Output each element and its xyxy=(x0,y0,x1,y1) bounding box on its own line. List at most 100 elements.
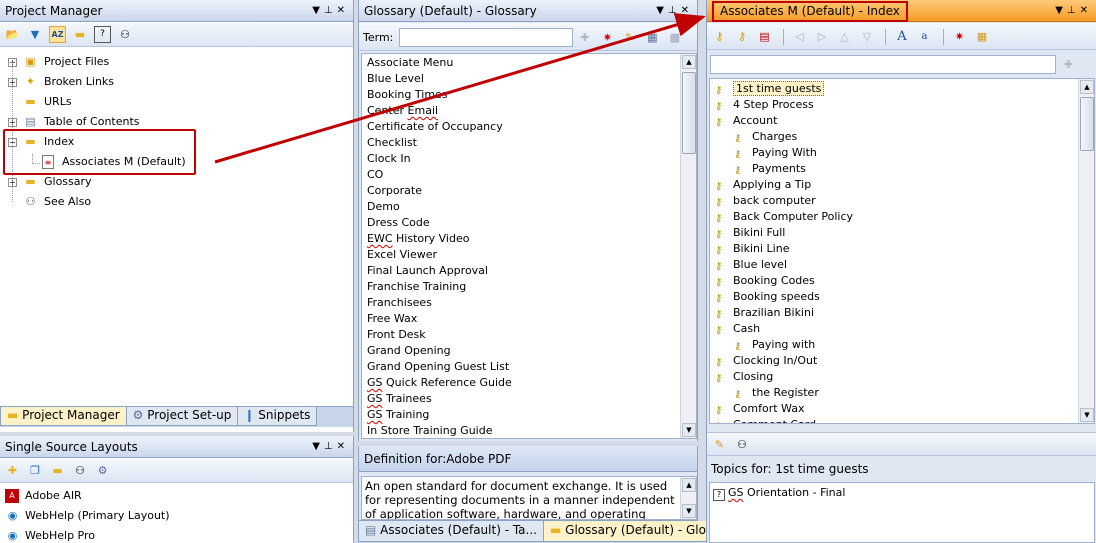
dropdown-arrow-icon[interactable]: ▼ xyxy=(312,441,324,452)
tab-project-set-up[interactable]: ⚙ Project Set-up xyxy=(125,407,239,426)
index-search-input[interactable] xyxy=(710,55,1056,74)
glossary-term-item[interactable]: Associate Menu xyxy=(362,55,679,71)
help-icon[interactable]: ? xyxy=(94,26,111,43)
glossary-term-item[interactable]: GS Training xyxy=(362,407,679,423)
index-entry-item[interactable]: ⚷ Brazilian Bikini xyxy=(710,305,1077,321)
scroll-up-icon[interactable]: ▲ xyxy=(1080,80,1094,94)
glossary-term-item[interactable]: Clock In xyxy=(362,151,679,167)
single-source-titlebar[interactable]: Single Source Layouts ▼⊥✕ xyxy=(0,436,353,458)
close-icon[interactable]: ✕ xyxy=(337,5,349,16)
folder-icon[interactable]: ▬ xyxy=(49,462,66,479)
index-entry-item[interactable]: ⚷ 1st time guests xyxy=(710,81,1077,97)
scroll-up-icon[interactable]: ▲ xyxy=(682,478,696,492)
filter-icon[interactable]: ▼ xyxy=(27,26,44,43)
glossary-term-item[interactable]: GS Quick Reference Guide xyxy=(362,375,679,391)
key-edit-icon[interactable]: ⚷ xyxy=(734,28,751,45)
glossary-term-item[interactable]: EWC History Video xyxy=(362,231,679,247)
tab-associates-default[interactable]: ▤ Associates (Default) - Ta... xyxy=(358,521,544,542)
add-topic-icon[interactable]: ✎ xyxy=(711,436,728,453)
glossary-term-item[interactable]: Final Launch Approval xyxy=(362,263,679,279)
add-keyword-icon[interactable]: ✚ xyxy=(1060,56,1077,73)
scroll-down-icon[interactable]: ▼ xyxy=(682,423,696,437)
glossary-term-item[interactable]: Front Desk xyxy=(362,327,679,343)
add-term-icon[interactable]: ✚ xyxy=(576,29,593,46)
scroll-thumb[interactable] xyxy=(682,72,696,154)
pin-icon[interactable]: ⊥ xyxy=(668,5,681,16)
scroll-down-icon[interactable]: ▼ xyxy=(682,504,696,518)
arrow-down-icon[interactable]: ▽ xyxy=(859,28,876,45)
index-entry-item[interactable]: ⚷ Blue level xyxy=(710,257,1077,273)
index-entry-item[interactable]: ⚷ Cash xyxy=(710,321,1077,337)
glossary-term-item[interactable]: Checklist xyxy=(362,135,679,151)
close-icon[interactable]: ✕ xyxy=(1080,5,1092,16)
topic-item[interactable]: ? GS Orientation - Final xyxy=(710,485,1094,501)
index-entry-item[interactable]: ⚷ Bikini Line xyxy=(710,241,1077,257)
magic-wand-icon[interactable]: ✷ xyxy=(951,28,968,45)
settings-icon[interactable]: ⚙ xyxy=(94,462,111,479)
index-scrollbar[interactable]: ▲ ▼ xyxy=(1078,79,1094,423)
pin-icon[interactable]: ⊥ xyxy=(1067,5,1080,16)
edit-term-icon[interactable]: ✎ xyxy=(621,29,638,46)
project-manager-titlebar[interactable]: Project Manager ▼⊥✕ xyxy=(0,0,353,22)
sort-az-icon[interactable]: AZ xyxy=(49,26,66,43)
close-icon[interactable]: ✕ xyxy=(681,5,693,16)
pin-icon[interactable]: ⊥ xyxy=(324,5,337,16)
glossary-term-item[interactable]: Certificate of Occupancy xyxy=(362,119,679,135)
glossary-term-item[interactable]: Grand Opening Guest List xyxy=(362,359,679,375)
glossary-term-item[interactable]: Franchisees xyxy=(362,295,679,311)
folder-icon[interactable]: ▬ xyxy=(72,26,89,43)
properties-icon[interactable]: ▦ xyxy=(644,29,661,46)
arrow-right-icon[interactable]: ▷ xyxy=(814,28,831,45)
copy-layout-icon[interactable]: ❐ xyxy=(27,462,44,479)
index-entry-item[interactable]: ⚷ Applying a Tip xyxy=(710,177,1077,193)
index-entry-item[interactable]: ⚷ Back Computer Policy xyxy=(710,209,1077,225)
index-entry-item[interactable]: ⚷ Clocking In/Out xyxy=(710,353,1077,369)
glossary-term-item[interactable]: Free Wax xyxy=(362,311,679,327)
index-properties-icon[interactable]: ▤ xyxy=(756,28,773,45)
binoculars-icon[interactable]: ⚇ xyxy=(734,436,751,453)
glossary-term-item[interactable]: Center Email xyxy=(362,103,679,119)
index-entry-item[interactable]: ⚷ 4 Step Process xyxy=(710,97,1077,113)
tab-glossary-default[interactable]: ▬ Glossary (Default) - Glos... xyxy=(542,521,731,542)
magic-wand-icon[interactable]: ✷ xyxy=(599,29,616,46)
glossary-term-item[interactable]: Demo xyxy=(362,199,679,215)
index-entry-item[interactable]: ⚷ Closing xyxy=(710,369,1077,385)
scroll-up-icon[interactable]: ▲ xyxy=(682,55,696,69)
dropdown-arrow-icon[interactable]: ▼ xyxy=(656,5,668,16)
glossary-term-item[interactable]: Excel Viewer xyxy=(362,247,679,263)
pin-icon[interactable]: ⊥ xyxy=(324,441,337,452)
scroll-thumb[interactable] xyxy=(1080,97,1094,151)
glossary-term-item[interactable]: Dress Code xyxy=(362,215,679,231)
definition-text-area[interactable]: An open standard for document exchange. … xyxy=(361,476,697,520)
glossary-term-item[interactable]: Franchise Training xyxy=(362,279,679,295)
glossary-term-item[interactable]: Grand Opening xyxy=(362,343,679,359)
index-entry-item[interactable]: ⚷ Paying with xyxy=(710,337,1077,353)
font-decrease-icon[interactable]: a xyxy=(916,28,933,45)
glossary-scrollbar[interactable]: ▲ ▼ xyxy=(680,54,696,438)
arrow-up-icon[interactable]: △ xyxy=(836,28,853,45)
save-icon[interactable]: ▩ xyxy=(666,29,683,46)
index-entry-item[interactable]: ⚷ Bikini Full xyxy=(710,225,1077,241)
glossary-titlebar[interactable]: Glossary (Default) - Glossary ▼⊥✕ xyxy=(359,0,697,22)
index-entry-item[interactable]: ⚷ Charges xyxy=(710,129,1077,145)
index-entry-item[interactable]: ⚷ Paying With xyxy=(710,145,1077,161)
index-entry-item[interactable]: ⚷ Payments xyxy=(710,161,1077,177)
index-entry-item[interactable]: ⚷ Booking speeds xyxy=(710,289,1077,305)
notes-icon[interactable]: ▦ xyxy=(974,28,991,45)
glossary-term-item[interactable]: GS Trainees xyxy=(362,391,679,407)
index-entry-item[interactable]: ⚷ the Register xyxy=(710,385,1077,401)
glossary-term-item[interactable]: Corporate xyxy=(362,183,679,199)
index-entry-item[interactable]: ⚷ Comfort Wax xyxy=(710,401,1077,417)
glossary-term-item[interactable]: CO xyxy=(362,167,679,183)
definition-scrollbar[interactable]: ▲ ▼ xyxy=(680,477,696,519)
tab-project-manager[interactable]: ▬ Project Manager xyxy=(0,407,127,426)
font-increase-icon[interactable]: A xyxy=(894,28,911,45)
open-folder-icon[interactable]: 📂 xyxy=(4,26,21,43)
arrow-left-icon[interactable]: ◁ xyxy=(791,28,808,45)
dropdown-arrow-icon[interactable]: ▼ xyxy=(1055,5,1067,16)
scroll-down-icon[interactable]: ▼ xyxy=(1080,408,1094,422)
key-add-icon[interactable]: ⚷ xyxy=(711,28,728,45)
index-titlebar[interactable]: Associates M (Default) - Index ▼⊥✕ xyxy=(707,0,1096,22)
index-entry-item[interactable]: ⚷ Comment Card xyxy=(710,417,1077,423)
index-entry-item[interactable]: ⚷ Account xyxy=(710,113,1077,129)
